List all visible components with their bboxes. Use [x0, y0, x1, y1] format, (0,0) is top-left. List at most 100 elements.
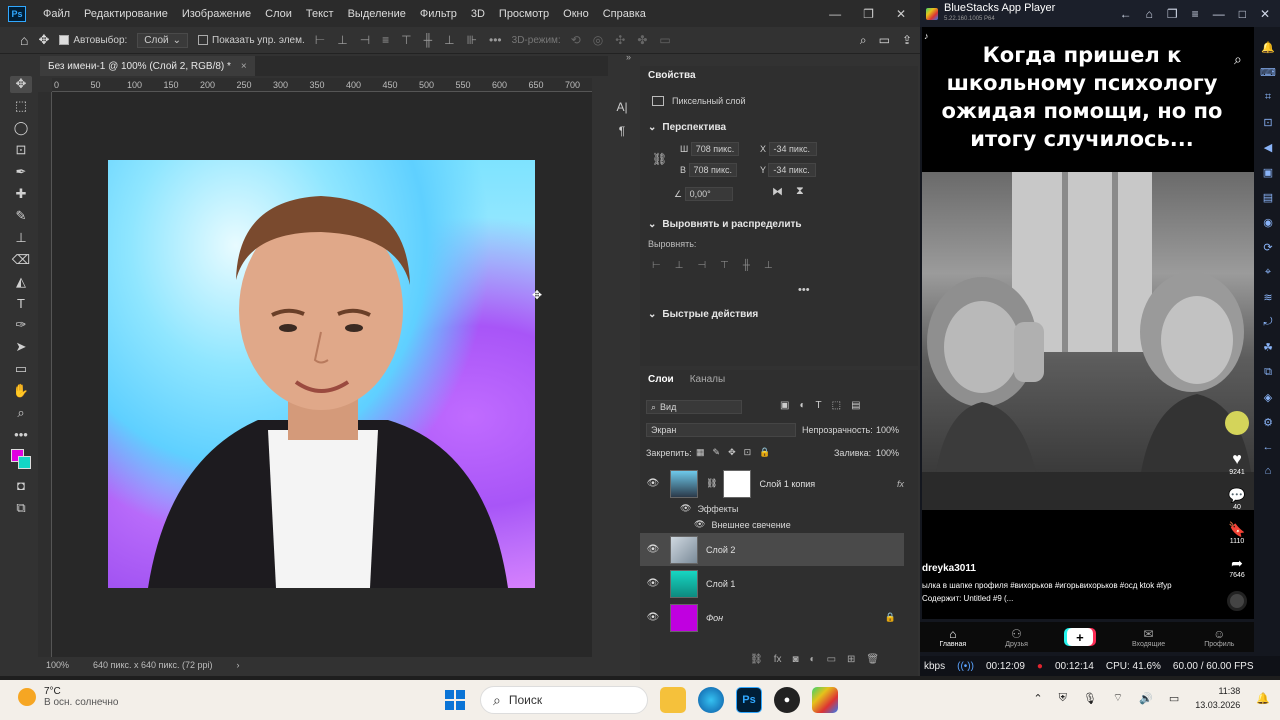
layer-name[interactable]: Слой 1: [706, 579, 735, 589]
share-icon[interactable]: ⇪: [902, 33, 912, 48]
bell-icon[interactable]: 🔔: [1261, 41, 1275, 54]
y-input[interactable]: -34 пикс.: [768, 163, 817, 177]
fill-value[interactable]: 100%: [876, 448, 899, 458]
comment-button[interactable]: 💬 40: [1222, 487, 1252, 511]
sound-label[interactable]: Содержит: Untitled #9 (...: [922, 594, 1212, 603]
slide-3d-icon[interactable]: ✤: [637, 33, 647, 47]
tab-channels[interactable]: Каналы: [690, 374, 726, 385]
flip-vertical-icon[interactable]: ⧗: [796, 185, 804, 198]
align-middle-icon[interactable]: ╫: [743, 260, 750, 271]
lasso-tool-icon[interactable]: ◯: [10, 120, 32, 137]
align-left-icon[interactable]: ⊢: [652, 260, 661, 271]
align-left-icon[interactable]: ⊢: [315, 33, 325, 47]
bluestacks-taskbar-icon[interactable]: [812, 687, 838, 713]
document-tab[interactable]: Без имени-1 @ 100% (Слой 2, RGB/8) * ×: [40, 56, 255, 76]
align-top-icon[interactable]: ⊤: [720, 260, 729, 271]
more-icon[interactable]: •••: [798, 284, 810, 296]
distribute-icon[interactable]: ≡: [382, 33, 389, 47]
roll-3d-icon[interactable]: ◎: [593, 33, 603, 47]
macro-icon[interactable]: ⟳: [1263, 241, 1272, 254]
properties-tab[interactable]: Свойства: [640, 66, 918, 84]
eye-icon[interactable]: 👁: [640, 612, 666, 623]
new-group-icon[interactable]: ▭: [827, 654, 836, 665]
link-icon[interactable]: ⛓: [652, 152, 667, 166]
delete-layer-icon[interactable]: 🗑: [866, 654, 879, 665]
shake-icon[interactable]: ≋: [1263, 291, 1272, 304]
menu-icon[interactable]: ≡: [1192, 7, 1199, 21]
autoselect-dropdown[interactable]: Слой ⌄: [137, 32, 189, 48]
lock-move-icon[interactable]: ✥: [728, 447, 736, 458]
eyedropper-tool-icon[interactable]: ✒: [10, 164, 32, 181]
battery-icon[interactable]: ▭: [1169, 692, 1179, 705]
home-icon[interactable]: ⌂: [20, 32, 28, 48]
notification-icon[interactable]: 🔔: [1256, 692, 1270, 705]
align-top-icon[interactable]: ⊤: [401, 33, 411, 47]
menu-filter[interactable]: Фильтр: [413, 8, 464, 20]
marquee-tool-icon[interactable]: ⬚: [10, 98, 32, 115]
color-swatches[interactable]: [10, 448, 32, 472]
edge-icon[interactable]: [698, 687, 724, 713]
object-select-tool-icon[interactable]: ⊡: [10, 142, 32, 159]
opacity-value[interactable]: 100%: [876, 425, 899, 435]
menu-select[interactable]: Выделение: [341, 8, 413, 20]
distribute-h-icon[interactable]: ⊪: [467, 33, 477, 47]
minimize-icon[interactable]: —: [829, 7, 841, 21]
pen-tool-icon[interactable]: ✑: [10, 317, 32, 334]
nav-create-button[interactable]: +: [1066, 628, 1093, 646]
section-perspective[interactable]: ⌄ Перспектива: [640, 122, 726, 133]
layer-filter-dropdown[interactable]: ⌕ Вид: [646, 400, 742, 414]
layer-row[interactable]: 👁 Фон 🔒: [640, 601, 904, 634]
clock[interactable]: 11:38 13.03.2026: [1195, 684, 1240, 712]
angle-input[interactable]: 0,00°: [684, 187, 733, 201]
nav-home[interactable]: ⌂ Главная: [940, 627, 967, 648]
move-tool-icon[interactable]: ✥: [10, 76, 32, 93]
autoselect-checkbox[interactable]: [59, 35, 70, 45]
lock-paint-icon[interactable]: ✎: [713, 447, 721, 458]
recent-apps-icon[interactable]: ❐: [1167, 7, 1178, 21]
tab-layers[interactable]: Слои: [648, 374, 674, 385]
fx-icon[interactable]: fx: [897, 479, 904, 489]
background-color[interactable]: [18, 456, 31, 470]
image-filter-icon[interactable]: ▣: [780, 400, 789, 411]
collapse-dock-icon[interactable]: »: [626, 52, 631, 62]
location-icon[interactable]: ⌖: [1265, 266, 1271, 279]
brush-tool-icon[interactable]: ✎: [10, 207, 32, 224]
menu-help[interactable]: Справка: [596, 8, 653, 20]
layer-row[interactable]: 👁 Слой 1: [640, 567, 904, 600]
quick-mask-icon[interactable]: ◘: [10, 477, 32, 494]
menu-view[interactable]: Просмотр: [492, 8, 556, 20]
maximize-icon[interactable]: □: [1239, 7, 1246, 21]
section-quick-actions[interactable]: ⌄ Быстрые действия: [640, 309, 758, 320]
close-icon[interactable]: ✕: [896, 7, 906, 21]
align-right-icon[interactable]: ⊣: [697, 260, 706, 271]
layer-row[interactable]: 👁 ⛓ Слой 1 копия fx: [640, 467, 904, 500]
workspace-icon[interactable]: ▭: [879, 33, 890, 48]
new-layer-icon[interactable]: ⊞: [847, 654, 855, 665]
section-align[interactable]: ⌄ Выровнять и распределить: [640, 219, 802, 230]
username[interactable]: dreyka3011: [922, 563, 1212, 574]
camera-3d-icon[interactable]: ▭: [659, 33, 670, 47]
photoshop-taskbar-icon[interactable]: Ps: [736, 687, 762, 713]
eye-icon[interactable]: 👁: [640, 544, 666, 555]
blend-mode-dropdown[interactable]: Экран: [646, 423, 796, 437]
weather-widget[interactable]: 7°C В осн. солнечно: [18, 686, 118, 708]
author-avatar[interactable]: [1222, 411, 1252, 435]
share-button[interactable]: ➦ 7646: [1222, 555, 1252, 579]
path-select-tool-icon[interactable]: ➤: [10, 339, 32, 356]
menu-window[interactable]: Окно: [556, 8, 596, 20]
document-canvas[interactable]: [108, 160, 535, 588]
shape-filter-icon[interactable]: ⬚: [832, 400, 841, 411]
wifi-icon[interactable]: ⌔: [1113, 691, 1123, 705]
volume-icon[interactable]: ◀: [1264, 141, 1272, 154]
orbit-3d-icon[interactable]: ⟲: [571, 33, 581, 47]
taskbar-search[interactable]: ⌕ Поиск: [480, 686, 648, 714]
start-button[interactable]: [442, 687, 468, 713]
smart-filter-icon[interactable]: ▤: [851, 400, 860, 411]
defender-icon[interactable]: ⛨: [1059, 692, 1067, 705]
healing-tool-icon[interactable]: ✚: [10, 186, 32, 203]
minimize-icon[interactable]: —: [1213, 7, 1225, 21]
add-mask-icon[interactable]: ◙: [792, 654, 798, 665]
move-tool-icon[interactable]: ✥: [38, 32, 49, 48]
zoom-tool-icon[interactable]: ⌕: [10, 405, 32, 422]
lock-artboard-icon[interactable]: ⊡: [744, 447, 752, 458]
